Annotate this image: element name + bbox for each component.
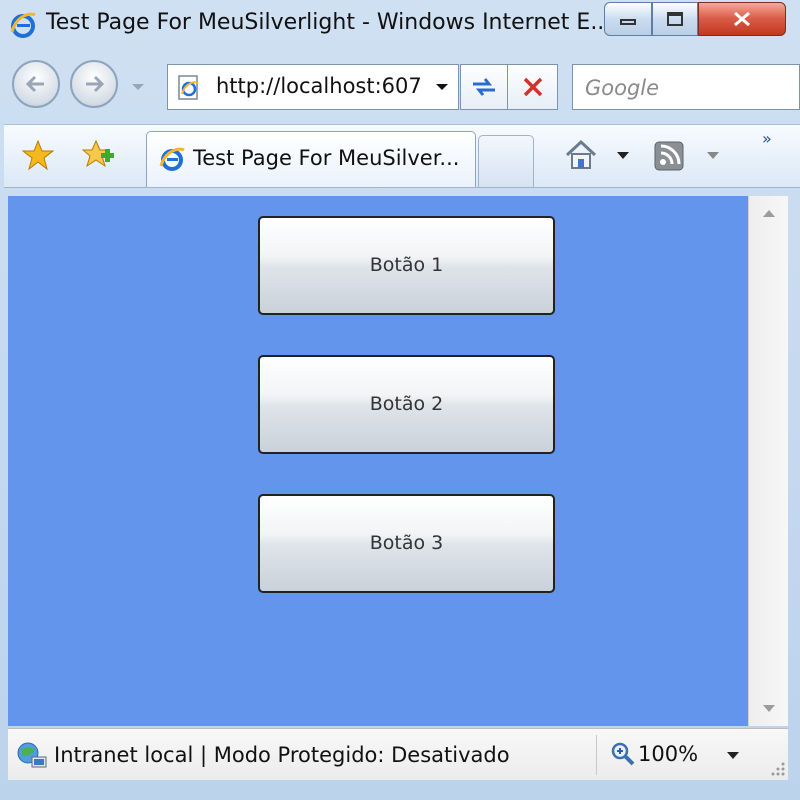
feed-dropdown-icon[interactable] [706, 151, 720, 161]
forward-button[interactable] [70, 60, 118, 108]
navigation-bar: http://localhost:607 Google [0, 52, 800, 122]
home-dropdown-icon[interactable] [616, 151, 630, 161]
rss-feed-icon[interactable] [654, 141, 684, 171]
address-text: http://localhost:607 [216, 74, 422, 98]
address-bar[interactable]: http://localhost:607 [167, 64, 459, 110]
favorites-star-icon[interactable] [22, 139, 54, 171]
minimize-icon [620, 19, 636, 25]
arrow-right-icon [86, 75, 105, 93]
close-icon [734, 11, 750, 27]
search-placeholder: Google [585, 76, 660, 100]
zone-status-text: Intranet local | Modo Protegido: Desativ… [54, 743, 510, 767]
address-dropdown-icon[interactable] [434, 82, 450, 92]
status-separator [596, 735, 597, 775]
new-tab-button[interactable] [478, 135, 534, 187]
maximize-button[interactable] [652, 2, 698, 36]
zoom-magnifier-icon[interactable] [610, 741, 636, 767]
title-bar: Test Page For MeuSilverlight - Windows I… [0, 0, 800, 52]
tab-test-page[interactable]: Test Page For MeuSilver... [146, 131, 476, 187]
button-label: Botão 2 [369, 393, 444, 415]
browser-window: Test Page For MeuSilverlight - Windows I… [0, 0, 800, 800]
recent-pages-dropdown-icon[interactable] [130, 82, 146, 92]
home-icon[interactable] [564, 139, 598, 171]
zoom-dropdown-icon[interactable] [726, 751, 740, 761]
window-title: Test Page For MeuSilverlight - Windows I… [46, 10, 612, 35]
status-bar: Intranet local | Modo Protegido: Desativ… [8, 728, 788, 780]
back-button[interactable] [12, 60, 60, 108]
close-button[interactable] [698, 2, 786, 36]
resize-grip-icon[interactable] [768, 759, 786, 777]
button-label: Botão 1 [369, 254, 444, 276]
silverlight-button-2[interactable]: Botão 2 [258, 355, 555, 454]
tab-ie-icon [159, 147, 185, 171]
tab-label: Test Page For MeuSilver... [193, 146, 460, 170]
arrow-left-icon [25, 75, 44, 93]
stop-x-icon [523, 77, 542, 97]
zoom-level[interactable]: 100% [638, 742, 698, 766]
refresh-icon [473, 78, 495, 96]
search-box[interactable]: Google [572, 64, 800, 110]
intranet-zone-icon [17, 742, 47, 768]
silverlight-button-1[interactable]: Botão 1 [258, 216, 555, 315]
scroll-up-arrow-icon[interactable] [761, 208, 777, 218]
maximize-icon [667, 12, 683, 26]
vertical-scrollbar[interactable] [748, 196, 788, 726]
silverlight-content-area: Botão 1 Botão 2 Botão 3 [8, 196, 748, 726]
page-ie-icon [178, 75, 199, 100]
scroll-down-arrow-icon[interactable] [761, 704, 777, 714]
ie-logo-icon [10, 12, 36, 38]
more-tools-chevron[interactable]: » [762, 129, 772, 148]
add-favorites-icon[interactable] [82, 139, 116, 171]
tab-bar: Test Page For MeuSilver... » [4, 124, 800, 188]
button-label: Botão 3 [369, 532, 444, 554]
silverlight-button-3[interactable]: Botão 3 [258, 494, 555, 593]
stop-button[interactable] [508, 64, 558, 110]
minimize-button[interactable] [604, 2, 652, 36]
refresh-button[interactable] [460, 64, 508, 110]
